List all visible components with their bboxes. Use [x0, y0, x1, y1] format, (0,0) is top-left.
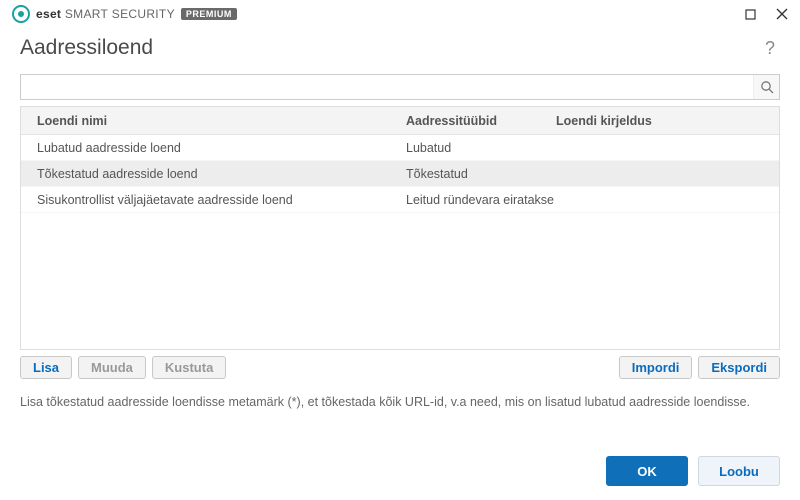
titlebar: eset SMART SECURITY PREMIUM	[0, 0, 800, 28]
footer: OK Loobu	[606, 456, 780, 486]
header: Aadressiloend ?	[0, 28, 800, 74]
brand-text: eset SMART SECURITY	[36, 7, 175, 21]
content: Loendi nimi Aadressitüübid Loendi kirjel…	[0, 74, 800, 379]
help-icon[interactable]: ?	[760, 38, 780, 59]
table-row[interactable]: Sisukontrollist väljajäetavate aadressid…	[21, 187, 779, 213]
delete-button[interactable]: Kustuta	[152, 356, 226, 379]
cell-name: Lubatud aadresside loend	[21, 141, 406, 155]
toolbar: Lisa Muuda Kustuta Impordi Ekspordi	[20, 356, 780, 379]
brand-name-light-2: SECURITY	[112, 7, 175, 21]
col-header-desc[interactable]: Loendi kirjeldus	[556, 114, 779, 128]
edit-button[interactable]: Muuda	[78, 356, 146, 379]
table-row[interactable]: Lubatud aadresside loendLubatud	[21, 135, 779, 161]
brand-name-bold: eset	[36, 7, 61, 21]
table-body: Lubatud aadresside loendLubatudTõkestatu…	[21, 135, 779, 213]
table-row[interactable]: Tõkestatud aadresside loendTõkestatud	[21, 161, 779, 187]
brand-name-light-1: SMART	[65, 7, 108, 21]
cell-type: Lubatud	[406, 141, 556, 155]
cell-type: Leitud ründevara eiratakse	[406, 193, 556, 207]
address-list-table: Loendi nimi Aadressitüübid Loendi kirjel…	[20, 106, 780, 350]
cell-type: Tõkestatud	[406, 167, 556, 181]
maximize-button[interactable]	[740, 4, 760, 24]
add-button[interactable]: Lisa	[20, 356, 72, 379]
import-button[interactable]: Impordi	[619, 356, 693, 379]
cell-name: Tõkestatud aadresside loend	[21, 167, 406, 181]
toolbar-right: Impordi Ekspordi	[619, 356, 780, 379]
close-button[interactable]	[772, 4, 792, 24]
window-controls	[740, 4, 792, 24]
brand-badge: PREMIUM	[181, 8, 237, 20]
page-title: Aadressiloend	[20, 36, 153, 60]
cancel-button[interactable]: Loobu	[698, 456, 780, 486]
search-wrap	[20, 74, 780, 100]
search-input[interactable]	[21, 75, 751, 99]
col-header-type[interactable]: Aadressitüübid	[406, 114, 556, 128]
toolbar-left: Lisa Muuda Kustuta	[20, 356, 226, 379]
col-header-name[interactable]: Loendi nimi	[21, 114, 406, 128]
table-header: Loendi nimi Aadressitüübid Loendi kirjel…	[21, 107, 779, 135]
export-button[interactable]: Ekspordi	[698, 356, 780, 379]
cell-name: Sisukontrollist väljajäetavate aadressid…	[21, 193, 406, 207]
ok-button[interactable]: OK	[606, 456, 688, 486]
hint-text: Lisa tõkestatud aadresside loendisse met…	[0, 379, 800, 412]
brand-logo-icon	[12, 5, 30, 23]
brand: eset SMART SECURITY PREMIUM	[12, 5, 237, 23]
search-icon[interactable]	[753, 75, 779, 99]
